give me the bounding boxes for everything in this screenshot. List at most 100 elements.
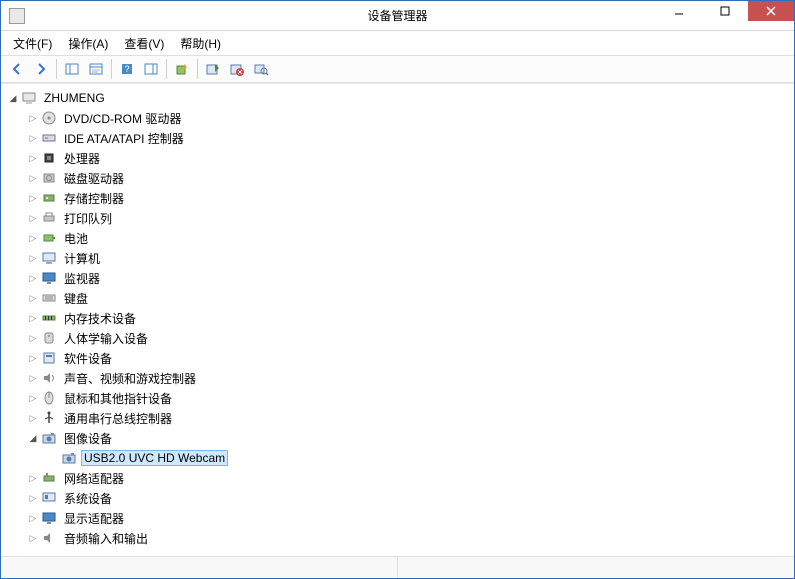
sound-icon — [41, 370, 57, 386]
tree-category-node: ◢图像设备USB2.0 UVC HD Webcam — [25, 428, 794, 468]
scan-hardware-button[interactable] — [249, 57, 273, 81]
window-controls — [656, 1, 794, 21]
battery-icon — [41, 230, 57, 246]
tree-root-node: ◢ ZHUMENG ▷ DVD/CD-ROM 驱动器 ▷ IDE ATA/ATAPI … — [5, 88, 794, 548]
tree-category-row[interactable]: ▷ DVD/CD-ROM 驱动器 — [25, 108, 794, 128]
expand-icon[interactable]: ▷ — [25, 330, 41, 346]
maximize-button[interactable] — [702, 1, 748, 21]
tree-category-node: ▷ 监视器 — [25, 268, 794, 288]
tree-category-row[interactable]: ▷ 打印队列 — [25, 208, 794, 228]
tree-root-label: ZHUMENG — [41, 90, 108, 106]
expand-icon[interactable]: ▷ — [25, 170, 41, 186]
tree-category-row[interactable]: ▷ 监视器 — [25, 268, 794, 288]
tree-category-row[interactable]: ▷软件设备 — [25, 348, 794, 368]
tree-category-label: 计算机 — [61, 249, 103, 268]
expand-icon[interactable]: ▷ — [25, 490, 41, 506]
tree-category-row[interactable]: ▷电池 — [25, 228, 794, 248]
menu-help[interactable]: 帮助(H) — [172, 32, 229, 55]
expand-icon[interactable]: ▷ — [25, 410, 41, 426]
help-button[interactable]: ? — [115, 57, 139, 81]
tree-category-label: 存储控制器 — [61, 189, 127, 208]
menu-action[interactable]: 操作(A) — [60, 32, 116, 55]
expand-icon[interactable]: ▷ — [25, 530, 41, 546]
expander-icon[interactable]: ◢ — [5, 90, 21, 106]
mouse-icon — [41, 390, 57, 406]
collapse-icon[interactable]: ◢ — [25, 430, 41, 446]
tree-category-row[interactable]: ▷ 存储控制器 — [25, 188, 794, 208]
tree-category-label: IDE ATA/ATAPI 控制器 — [61, 129, 187, 148]
expand-icon[interactable]: ▷ — [25, 130, 41, 146]
tree-category-label: 键盘 — [61, 289, 91, 308]
tree-category-label: DVD/CD-ROM 驱动器 — [61, 109, 184, 128]
expand-icon[interactable]: ▷ — [25, 230, 41, 246]
tree-category-row[interactable]: ▷网络适配器 — [25, 468, 794, 488]
device-tree: ◢ ZHUMENG ▷ DVD/CD-ROM 驱动器 ▷ IDE ATA/ATAPI … — [1, 88, 794, 548]
tree-category-row[interactable]: ▷磁盘驱动器 — [25, 168, 794, 188]
tree-category-row[interactable]: ▷处理器 — [25, 148, 794, 168]
tree-category-row[interactable]: ◢图像设备 — [25, 428, 794, 448]
close-button[interactable] — [748, 1, 794, 21]
tree-category-row[interactable]: ▷人体学输入设备 — [25, 328, 794, 348]
expand-icon[interactable]: ▷ — [25, 150, 41, 166]
tree-category-label: 音频输入和输出 — [61, 529, 151, 548]
uninstall-button[interactable] — [225, 57, 249, 81]
tree-category-row[interactable]: ▷内存技术设备 — [25, 308, 794, 328]
status-cell — [1, 557, 398, 578]
minimize-button[interactable] — [656, 1, 702, 21]
display-icon — [41, 510, 57, 526]
expand-icon[interactable]: ▷ — [25, 350, 41, 366]
toolbar: ? — [1, 55, 794, 83]
expand-icon[interactable]: ▷ — [25, 250, 41, 266]
forward-button[interactable] — [29, 57, 53, 81]
expand-icon[interactable]: ▷ — [25, 110, 41, 126]
show-hide-console-tree-button[interactable] — [60, 57, 84, 81]
expand-icon[interactable]: ▷ — [25, 190, 41, 206]
tree-category-label: 打印队列 — [61, 209, 115, 228]
disc-icon — [41, 110, 57, 126]
expand-icon[interactable]: ▷ — [25, 310, 41, 326]
enable-button[interactable] — [201, 57, 225, 81]
expand-icon[interactable]: ▷ — [25, 370, 41, 386]
back-button[interactable] — [5, 57, 29, 81]
tree-category-node: ▷ 计算机 — [25, 248, 794, 268]
tree-category-label: 系统设备 — [61, 489, 115, 508]
tree-category-row[interactable]: ▷ IDE ATA/ATAPI 控制器 — [25, 128, 794, 148]
status-bar — [1, 556, 794, 578]
action-pane-button[interactable] — [139, 57, 163, 81]
tree-category-row[interactable]: ▷ 键盘 — [25, 288, 794, 308]
tree-category-row[interactable]: ▷显示适配器 — [25, 508, 794, 528]
expand-icon[interactable]: ▷ — [25, 290, 41, 306]
tree-category-row[interactable]: ▷ 计算机 — [25, 248, 794, 268]
expand-icon[interactable]: ▷ — [25, 210, 41, 226]
expand-icon[interactable]: ▷ — [25, 470, 41, 486]
system-icon — [41, 490, 57, 506]
tree-category-row[interactable]: ▷ 音频输入和输出 — [25, 528, 794, 548]
tree-category-node: ▷内存技术设备 — [25, 308, 794, 328]
device-tree-pane[interactable]: ◢ ZHUMENG ▷ DVD/CD-ROM 驱动器 ▷ IDE ATA/ATAPI … — [1, 83, 794, 556]
storage-icon — [41, 190, 57, 206]
tree-category-row[interactable]: ▷通用串行总线控制器 — [25, 408, 794, 428]
tree-category-node: ▷ 存储控制器 — [25, 188, 794, 208]
tree-device-row[interactable]: USB2.0 UVC HD Webcam — [45, 448, 794, 468]
title-bar: 设备管理器 — [1, 1, 794, 31]
expand-icon[interactable]: ▷ — [25, 270, 41, 286]
monitor-icon — [41, 270, 57, 286]
update-driver-button[interactable] — [170, 57, 194, 81]
tree-category-node: ▷鼠标和其他指针设备 — [25, 388, 794, 408]
tree-category-node: ▷通用串行总线控制器 — [25, 408, 794, 428]
tree-category-row[interactable]: ▷ 声音、视频和游戏控制器 — [25, 368, 794, 388]
tree-category-label: 监视器 — [61, 269, 103, 288]
printer-icon — [41, 210, 57, 226]
menu-file[interactable]: 文件(F) — [5, 32, 60, 55]
keyboard-icon — [41, 290, 57, 306]
properties-button[interactable] — [84, 57, 108, 81]
menu-view[interactable]: 查看(V) — [116, 32, 172, 55]
tree-category-label: 声音、视频和游戏控制器 — [61, 369, 199, 388]
tree-category-node: ▷网络适配器 — [25, 468, 794, 488]
expand-icon[interactable]: ▷ — [25, 390, 41, 406]
expand-icon[interactable]: ▷ — [25, 510, 41, 526]
tree-category-node: ▷处理器 — [25, 148, 794, 168]
tree-category-row[interactable]: ▷ 系统设备 — [25, 488, 794, 508]
tree-category-row[interactable]: ▷鼠标和其他指针设备 — [25, 388, 794, 408]
tree-root-row[interactable]: ◢ ZHUMENG — [5, 88, 794, 108]
